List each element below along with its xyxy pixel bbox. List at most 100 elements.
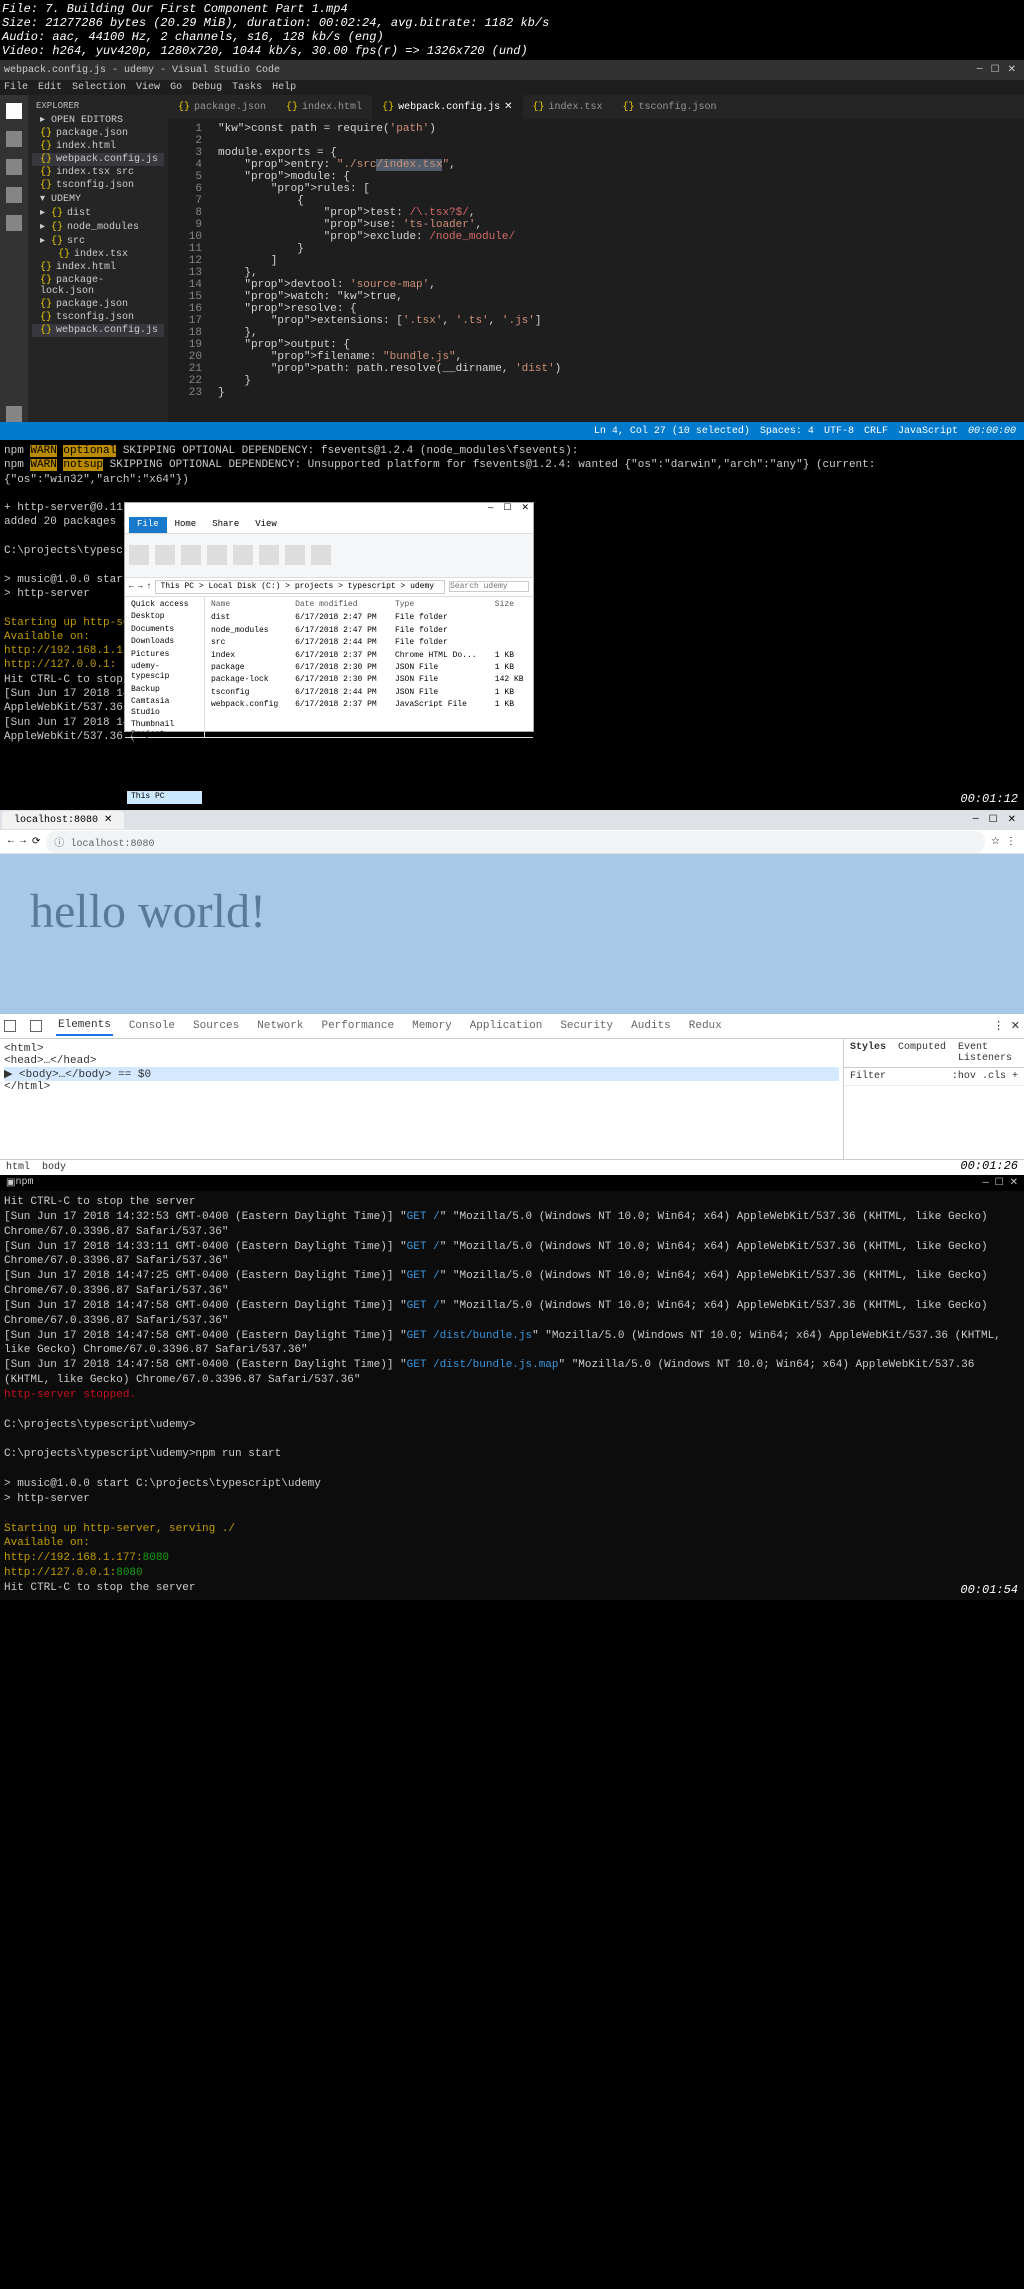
close-button[interactable]: ✕: [1010, 1178, 1018, 1189]
close-tab-icon[interactable]: ✕: [104, 815, 112, 826]
file-row[interactable]: tsconfig6/17/2018 2:44 PMJSON File1 KB: [207, 688, 531, 698]
minimize-button[interactable]: —: [983, 1178, 989, 1189]
tree-item[interactable]: {}index.tsx: [32, 248, 164, 261]
status-ln[interactable]: Ln 4, Col 27 (10 selected): [594, 426, 750, 437]
copy-icon[interactable]: [155, 545, 175, 565]
devtools-tab[interactable]: Performance: [319, 1017, 396, 1035]
terminal-1[interactable]: npm WARN optional SKIPPING OPTIONAL DEPE…: [0, 440, 1024, 810]
properties-icon[interactable]: [285, 545, 305, 565]
nav-item[interactable]: Pictures: [127, 649, 202, 661]
select-icon[interactable]: [311, 545, 331, 565]
forward-icon[interactable]: →: [20, 836, 26, 847]
star-icon[interactable]: ☆: [991, 836, 1000, 848]
add-rule-icon[interactable]: +: [1012, 1071, 1018, 1082]
devtools-elements-panel[interactable]: <html> <head>…</head>▶ <body>…</body> ==…: [0, 1039, 844, 1159]
column-header[interactable]: Name: [207, 599, 289, 611]
close-tab-icon[interactable]: ✕: [504, 101, 512, 113]
devtools-tab[interactable]: Security: [558, 1017, 615, 1035]
file-row[interactable]: src6/17/2018 2:44 PMFile folder: [207, 638, 531, 648]
editor-tab[interactable]: {} index.html: [276, 95, 372, 119]
git-icon[interactable]: [6, 159, 22, 175]
minimize-button[interactable]: —: [973, 814, 979, 826]
search-input[interactable]: [449, 581, 529, 592]
column-header[interactable]: Date modified: [291, 599, 389, 611]
explorer-icon[interactable]: [6, 103, 22, 119]
column-header[interactable]: Type: [391, 599, 489, 611]
menu-item[interactable]: Selection: [72, 82, 126, 93]
search-icon[interactable]: [6, 131, 22, 147]
status-lang[interactable]: JavaScript: [898, 426, 958, 437]
nav-item[interactable]: Backup: [127, 684, 202, 696]
open-editor-item[interactable]: {}index.html: [32, 140, 164, 153]
styles-tab[interactable]: Styles: [850, 1042, 886, 1064]
close-button[interactable]: ✕: [1008, 64, 1016, 76]
menu-item[interactable]: Debug: [192, 82, 222, 93]
pin-icon[interactable]: [129, 545, 149, 565]
status-enc[interactable]: UTF-8: [824, 426, 854, 437]
explorer-breadcrumb[interactable]: ← → ↑ This PC > Local Disk (C:) > projec…: [125, 578, 533, 597]
maximize-button[interactable]: ☐: [503, 503, 511, 517]
devtools-tab[interactable]: Audits: [629, 1017, 673, 1035]
open-editor-item[interactable]: {}package.json: [32, 127, 164, 140]
editor-tab[interactable]: {} tsconfig.json: [613, 95, 727, 119]
tree-item[interactable]: {}index.html: [32, 261, 164, 274]
back-icon[interactable]: ←: [129, 582, 134, 592]
file-row[interactable]: node_modules6/17/2018 2:47 PMFile folder: [207, 626, 531, 636]
nav-item[interactable]: Desktop: [127, 611, 202, 623]
devtools-close-icon[interactable]: ✕: [1011, 1021, 1020, 1033]
editor-tab[interactable]: {} package.json: [168, 95, 276, 119]
styles-tab[interactable]: Computed: [898, 1042, 946, 1064]
status-spaces[interactable]: Spaces: 4: [760, 426, 814, 437]
file-row[interactable]: dist6/17/2018 2:47 PMFile folder: [207, 613, 531, 623]
file-row[interactable]: package6/17/2018 2:30 PMJSON File1 KB: [207, 663, 531, 673]
menu-item[interactable]: Go: [170, 82, 182, 93]
new-folder-icon[interactable]: [259, 545, 279, 565]
reload-icon[interactable]: ⟳: [32, 836, 40, 848]
menu-item[interactable]: Help: [272, 82, 296, 93]
nav-item[interactable]: udemy-typescip: [127, 661, 202, 684]
cls-toggle[interactable]: .cls: [982, 1071, 1006, 1082]
gear-icon[interactable]: [6, 406, 22, 422]
tree-item[interactable]: {}tsconfig.json: [32, 311, 164, 324]
column-header[interactable]: Size: [491, 599, 531, 611]
up-icon[interactable]: ↑: [147, 582, 152, 592]
styles-tab[interactable]: Event Listeners: [958, 1042, 1012, 1064]
nav-item[interactable]: Camtasia Studio: [127, 696, 202, 719]
menu-icon[interactable]: ⋮: [1006, 836, 1016, 848]
open-editor-item[interactable]: {}webpack.config.js: [32, 153, 164, 166]
nav-item[interactable]: Downloads: [127, 636, 202, 648]
devtools-tab[interactable]: Memory: [410, 1017, 454, 1035]
minimize-button[interactable]: —: [977, 64, 983, 76]
close-button[interactable]: ✕: [521, 503, 529, 517]
file-row[interactable]: index6/17/2018 2:37 PMChrome HTML Do...1…: [207, 651, 531, 661]
nav-item[interactable]: Documents: [127, 624, 202, 636]
file-row[interactable]: package-lock6/17/2018 2:30 PMJSON File14…: [207, 675, 531, 685]
rename-icon[interactable]: [233, 545, 253, 565]
forward-icon[interactable]: →: [138, 582, 143, 592]
extensions-icon[interactable]: [6, 215, 22, 231]
devtools-tab[interactable]: Network: [255, 1017, 305, 1035]
open-editor-item[interactable]: {}tsconfig.json: [32, 179, 164, 192]
nav-item[interactable]: OneDrive: [127, 767, 202, 779]
open-editors-header[interactable]: ▸ OPEN EDITORS: [32, 113, 164, 127]
devtools-tab[interactable]: Redux: [687, 1017, 724, 1035]
file-row[interactable]: webpack.config6/17/2018 2:37 PMJavaScrip…: [207, 700, 531, 710]
styles-filter[interactable]: Filter: [850, 1071, 886, 1082]
editor-tab[interactable]: {} webpack.config.js ✕: [372, 95, 522, 119]
menu-item[interactable]: View: [136, 82, 160, 93]
paste-icon[interactable]: [181, 545, 201, 565]
nav-item[interactable]: [127, 754, 202, 766]
maximize-button[interactable]: ☐: [989, 814, 998, 826]
devtools-tab[interactable]: Console: [127, 1017, 177, 1035]
ribbon-tab[interactable]: Share: [204, 517, 247, 533]
debug-icon[interactable]: [6, 187, 22, 203]
url-input[interactable]: ⓘ localhost:8080: [46, 831, 985, 853]
tree-item[interactable]: ▸ {}src: [32, 234, 164, 248]
close-button[interactable]: ✕: [1008, 814, 1016, 826]
nav-item[interactable]: Quick access: [127, 599, 202, 611]
terminal-2[interactable]: Hit CTRL-C to stop the server[Sun Jun 17…: [0, 1191, 1024, 1600]
tree-item[interactable]: {}package-lock.json: [32, 274, 164, 298]
minimize-button[interactable]: —: [488, 503, 493, 517]
back-icon[interactable]: ←: [8, 836, 14, 847]
ribbon-tab[interactable]: Home: [167, 517, 205, 533]
